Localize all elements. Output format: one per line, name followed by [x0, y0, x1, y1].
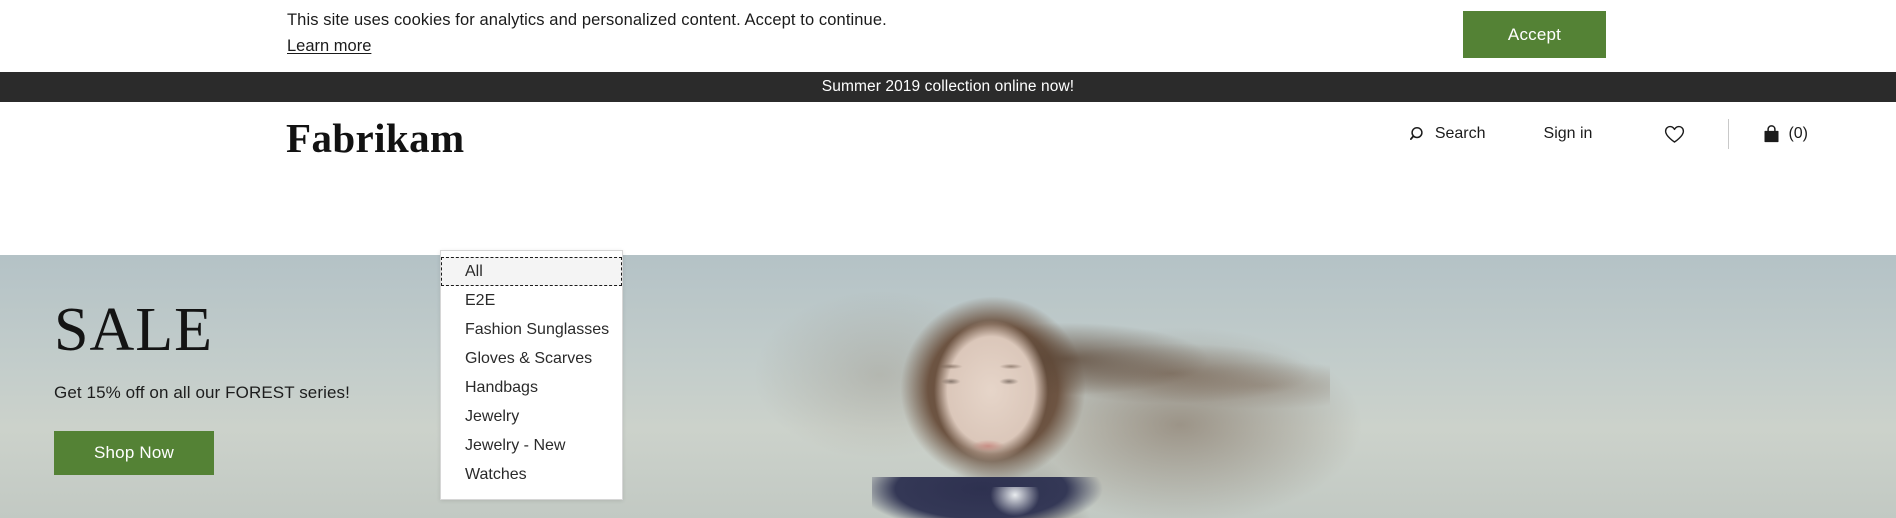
fashion-accessories-dropdown: All E2E Fashion Sunglasses Gloves & Scar… [440, 250, 623, 500]
learn-more-link[interactable]: Learn more [287, 34, 371, 58]
dropdown-item-handbags[interactable]: Handbags [441, 373, 622, 402]
brand-logo[interactable]: Fabrikam [286, 118, 465, 159]
model-brow-right [996, 363, 1026, 370]
sign-in-label: Sign in [1543, 125, 1593, 142]
cart-button[interactable]: (0) [1763, 125, 1808, 143]
hero-model-figure [820, 255, 1380, 518]
dropdown-item-gloves-scarves[interactable]: Gloves & Scarves [441, 344, 622, 373]
sign-in-link[interactable]: Sign in [1544, 125, 1593, 143]
search-icon [1409, 126, 1427, 143]
model-lips [966, 438, 1010, 454]
cookie-consent-banner: This site uses cookies for analytics and… [0, 0, 1896, 72]
hero-content: SALE Get 15% off on all our FOREST serie… [54, 255, 350, 518]
shopping-bag-icon [1763, 125, 1780, 143]
hero-title: SALE [54, 295, 213, 364]
model-eye-right [996, 377, 1022, 386]
site-header: Fabrikam Search Sign in (0) [0, 102, 1896, 321]
dropdown-item-jewelry[interactable]: Jewelry [441, 402, 622, 431]
cookie-message: This site uses cookies for analytics and… [287, 11, 887, 29]
shop-now-button[interactable]: Shop Now [54, 430, 214, 475]
hero-banner: SALE Get 15% off on all our FOREST serie… [0, 255, 1896, 518]
cart-count: (0) [1788, 125, 1808, 142]
heart-icon [1664, 125, 1685, 144]
dropdown-item-all[interactable]: All [441, 257, 622, 286]
announcement-bar: Summer 2019 collection online now! [0, 72, 1896, 102]
wishlist-button[interactable] [1664, 125, 1685, 144]
search-label: Search [1434, 125, 1486, 142]
cookie-text-block: This site uses cookies for analytics and… [287, 8, 887, 58]
dropdown-item-e2e[interactable]: E2E [441, 286, 622, 315]
hero-subtitle: Get 15% off on all our FOREST series! [54, 382, 350, 402]
accept-cookies-button[interactable]: Accept [1463, 11, 1606, 58]
page-root: This site uses cookies for analytics and… [0, 0, 1896, 518]
dropdown-item-fashion-sunglasses[interactable]: Fashion Sunglasses [441, 315, 622, 344]
announcement-text: Summer 2019 collection online now! [821, 78, 1075, 95]
header-divider [1728, 119, 1730, 149]
model-eye-left [938, 377, 964, 386]
model-brow-left [936, 363, 966, 370]
dropdown-item-watches[interactable]: Watches [441, 460, 622, 489]
header-utilities: Search Sign in (0) [1409, 114, 1896, 154]
model-collar [988, 487, 1042, 518]
search-button[interactable]: Search [1409, 125, 1486, 143]
dropdown-item-jewelry-new[interactable]: Jewelry - New [441, 431, 622, 460]
